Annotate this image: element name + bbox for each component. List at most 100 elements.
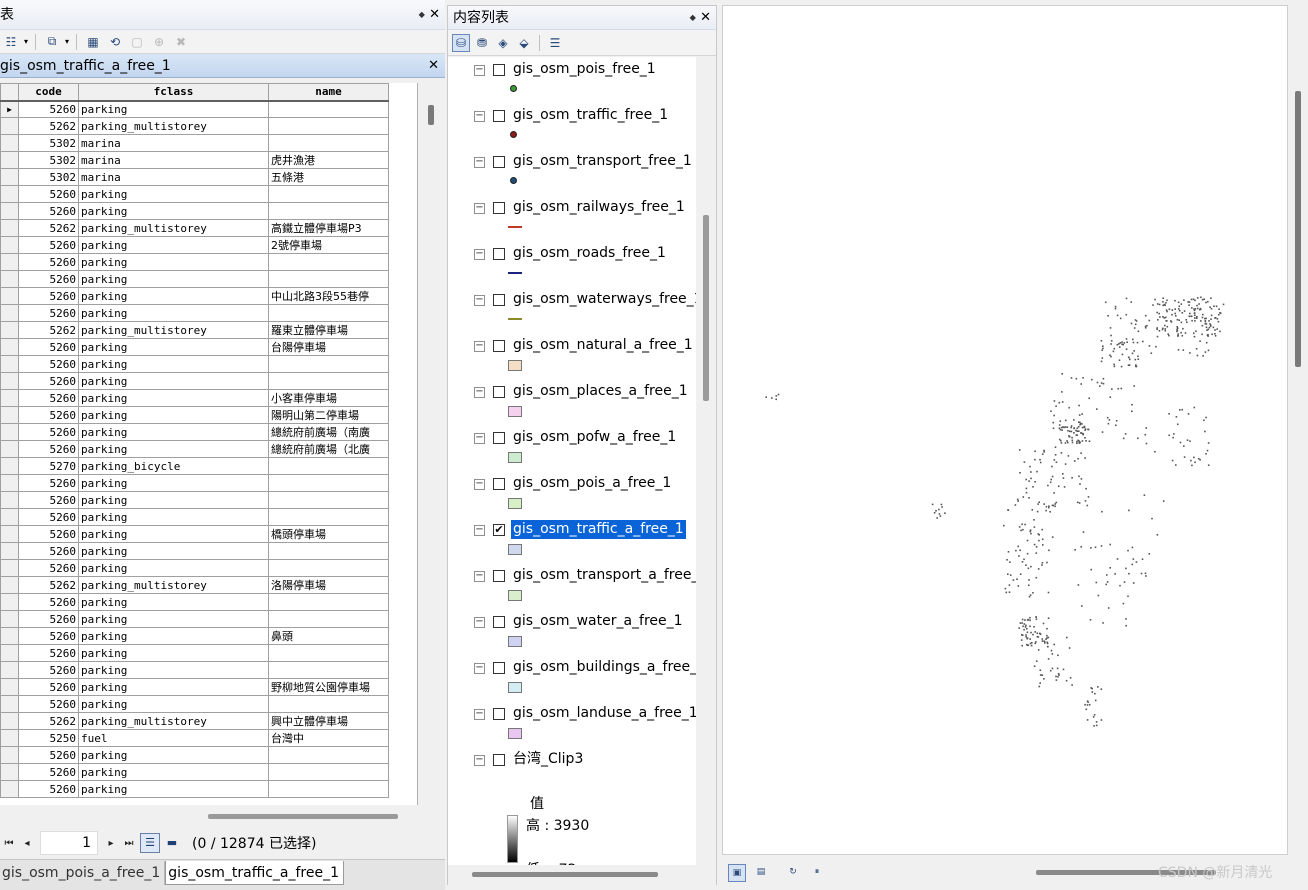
map-feature[interactable]: [1204, 317, 1206, 320]
table-row[interactable]: 5260 parking: [0, 559, 389, 577]
map-feature[interactable]: [1127, 364, 1130, 366]
map-feature[interactable]: [1053, 400, 1056, 402]
map-feature[interactable]: [1076, 442, 1078, 445]
cell-name[interactable]: 興中立體停車場: [268, 712, 389, 730]
map-feature[interactable]: [1171, 459, 1174, 462]
map-feature[interactable]: [1018, 555, 1020, 557]
map-feature[interactable]: [1165, 302, 1167, 304]
map-feature[interactable]: [1213, 305, 1215, 307]
map-feature[interactable]: [1021, 634, 1023, 636]
map-feature[interactable]: [1084, 428, 1087, 430]
map-feature[interactable]: [1057, 654, 1059, 657]
map-feature[interactable]: [1048, 505, 1050, 507]
map-feature[interactable]: [1127, 356, 1130, 359]
layer-item[interactable]: − ✔ gis_osm_traffic_a_free_1: [448, 517, 696, 563]
map-feature[interactable]: [1204, 322, 1207, 325]
table-row[interactable]: 5260 parking: [0, 593, 389, 611]
row-selector[interactable]: [0, 406, 19, 424]
previous-record-icon[interactable]: ◂: [18, 838, 36, 849]
map-feature[interactable]: [1127, 549, 1129, 552]
map-feature[interactable]: [1022, 625, 1024, 628]
row-selector-header[interactable]: [0, 83, 19, 102]
map-feature[interactable]: [1061, 391, 1063, 393]
map-feature[interactable]: [1105, 583, 1107, 586]
map-feature[interactable]: [1183, 456, 1186, 458]
map-feature[interactable]: [1106, 416, 1109, 419]
cell-code[interactable]: 5260: [18, 270, 79, 288]
map-feature[interactable]: [1116, 314, 1119, 317]
map-feature[interactable]: [1214, 333, 1216, 335]
row-selector[interactable]: [0, 729, 19, 747]
map-feature[interactable]: [1045, 638, 1047, 640]
table-row[interactable]: 5260 parking: [0, 763, 389, 781]
cell-fclass[interactable]: parking: [78, 525, 269, 543]
map-feature[interactable]: [1066, 426, 1069, 428]
cell-code[interactable]: 5260: [18, 780, 79, 798]
map-feature[interactable]: [1210, 314, 1213, 317]
row-selector[interactable]: [0, 355, 19, 373]
map-feature[interactable]: [1025, 487, 1028, 490]
map-feature[interactable]: [1062, 477, 1065, 479]
cell-code[interactable]: 5260: [18, 236, 79, 254]
list-by-selection-icon[interactable]: ⬙: [515, 34, 533, 52]
map-feature[interactable]: [1091, 687, 1093, 690]
map-feature[interactable]: [1214, 335, 1217, 337]
map-feature[interactable]: [1164, 329, 1167, 332]
cell-fclass[interactable]: parking: [78, 355, 269, 373]
map-feature[interactable]: [1039, 458, 1041, 461]
cell-code[interactable]: 5302: [18, 134, 79, 152]
row-selector[interactable]: [0, 236, 19, 254]
bottom-tab-pois-a[interactable]: gis_osm_pois_a_free_1: [0, 861, 166, 885]
row-selector[interactable]: [0, 576, 19, 594]
map-feature[interactable]: [1050, 649, 1053, 652]
map-feature[interactable]: [1132, 341, 1135, 344]
map-feature[interactable]: [1067, 455, 1070, 457]
map-feature[interactable]: [1017, 585, 1020, 587]
collapse-icon[interactable]: −: [474, 663, 485, 674]
map-feature[interactable]: [1100, 719, 1103, 721]
map-feature[interactable]: [1071, 439, 1074, 442]
map-feature[interactable]: [1110, 343, 1112, 345]
map-feature[interactable]: [1032, 592, 1034, 594]
map-feature[interactable]: [1101, 431, 1104, 433]
map-feature[interactable]: [1084, 703, 1086, 706]
map-feature[interactable]: [1081, 413, 1083, 415]
map-feature[interactable]: [1101, 510, 1103, 513]
cell-fclass[interactable]: parking: [78, 287, 269, 305]
map-feature[interactable]: [1067, 441, 1069, 444]
map-feature[interactable]: [1184, 332, 1187, 334]
map-feature[interactable]: [1164, 328, 1167, 330]
zoom-to-selected-icon[interactable]: ⊕: [150, 33, 168, 51]
map-feature[interactable]: [1137, 358, 1140, 360]
map-feature[interactable]: [1062, 426, 1064, 428]
map-feature[interactable]: [1101, 357, 1104, 359]
map-feature[interactable]: [1032, 486, 1034, 488]
map-feature[interactable]: [1164, 304, 1166, 306]
cell-code[interactable]: 5262: [18, 576, 79, 594]
table-row[interactable]: 5302 marina 虎井漁港: [0, 151, 389, 169]
map-feature[interactable]: [1205, 326, 1208, 329]
map-feature[interactable]: [1205, 453, 1207, 455]
layer-name[interactable]: gis_osm_traffic_a_free_1: [511, 520, 686, 539]
column-header-code[interactable]: code: [18, 83, 79, 102]
map-feature[interactable]: [1025, 636, 1027, 638]
map-feature[interactable]: [1131, 403, 1133, 406]
map-feature[interactable]: [1034, 450, 1036, 453]
row-selector[interactable]: [0, 253, 19, 271]
map-feature[interactable]: [1207, 333, 1209, 336]
map-feature[interactable]: [1165, 320, 1167, 322]
map-feature[interactable]: [1036, 510, 1039, 513]
map-feature[interactable]: [771, 397, 773, 399]
map-feature[interactable]: [1121, 353, 1124, 356]
map-feature[interactable]: [1193, 308, 1195, 310]
map-feature[interactable]: [1071, 477, 1073, 479]
map-feature[interactable]: [1039, 674, 1042, 676]
map-feature[interactable]: [1123, 342, 1126, 344]
map-feature[interactable]: [1162, 500, 1165, 502]
map-feature[interactable]: [1024, 619, 1026, 621]
collapse-icon[interactable]: −: [474, 571, 485, 582]
map-feature[interactable]: [1041, 564, 1043, 566]
map-feature[interactable]: [1004, 587, 1007, 590]
map-feature[interactable]: [1081, 605, 1083, 607]
cell-fclass[interactable]: parking: [78, 236, 269, 254]
